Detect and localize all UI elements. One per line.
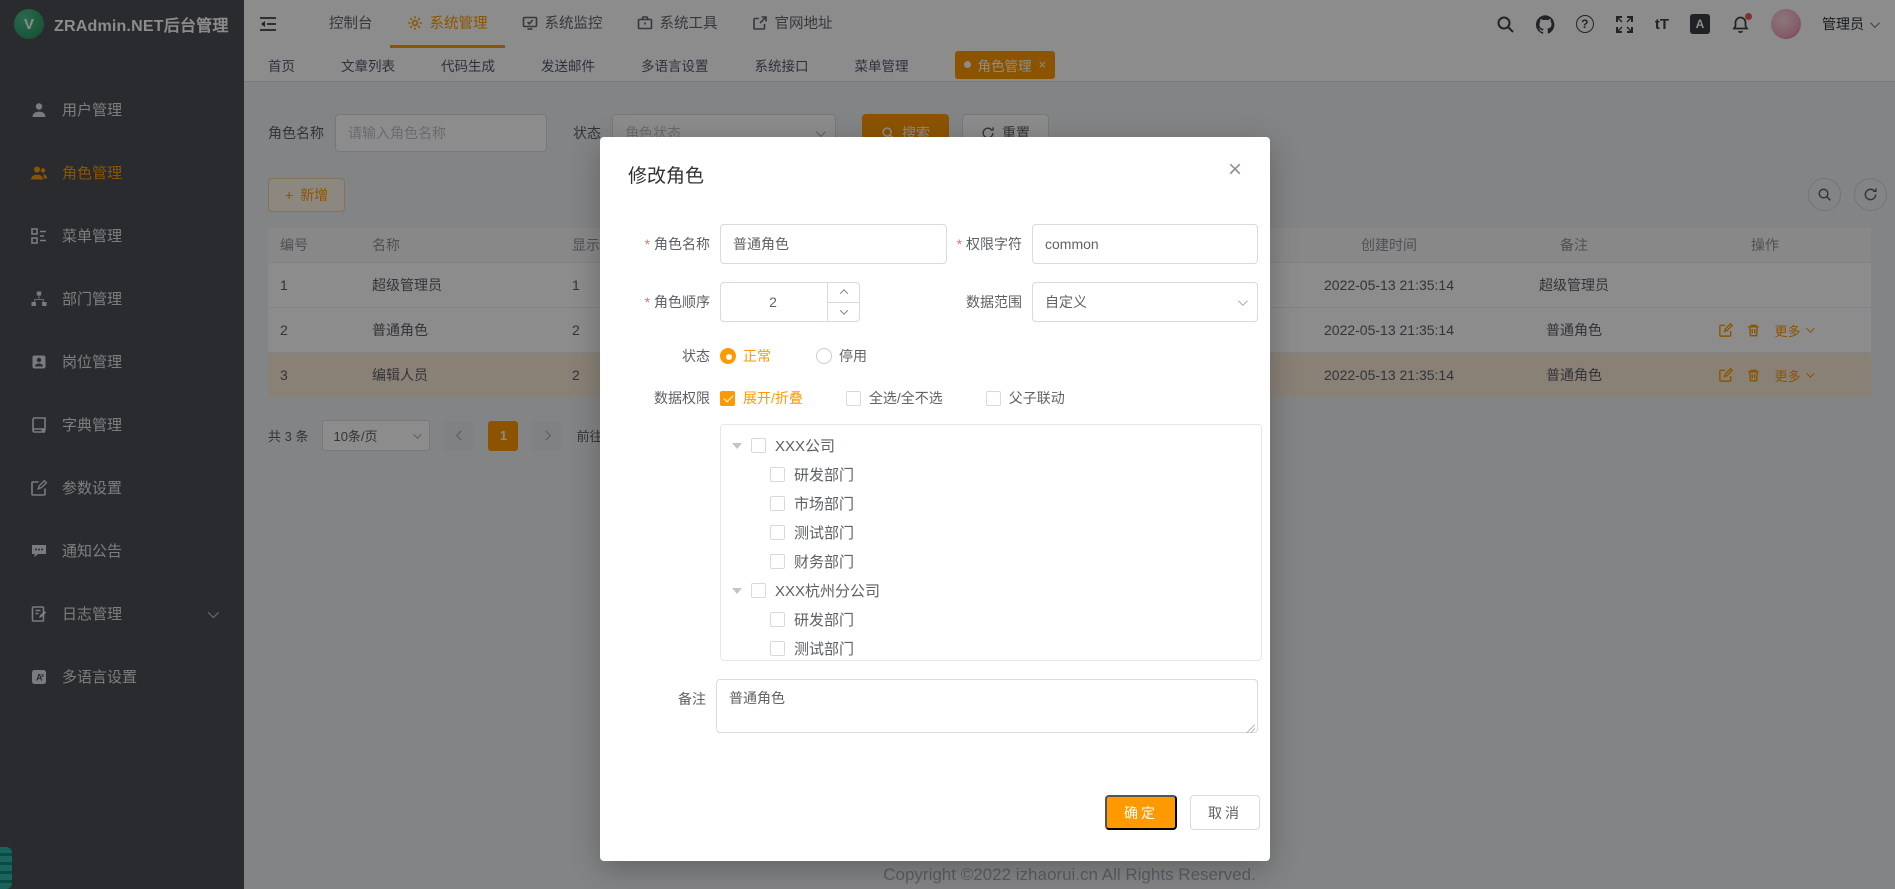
status-label: 状态 <box>620 346 710 366</box>
remark-wrap: 普通角色 <box>716 679 1258 736</box>
tree-node[interactable]: 测试部门 <box>721 634 1261 661</box>
dialog-header: 修改角色 × <box>600 137 1270 188</box>
status-normal-radio[interactable]: 正常 <box>720 346 771 366</box>
checkbox-icon[interactable] <box>770 641 785 656</box>
role-name-input[interactable] <box>720 224 947 264</box>
parent-child-link-checkbox[interactable]: 父子联动 <box>986 388 1065 408</box>
tree-node[interactable]: 研发部门 <box>721 605 1261 634</box>
checkbox-icon <box>986 391 1001 406</box>
decrease-button[interactable] <box>828 303 859 322</box>
data-scope-label: 数据范围 <box>947 292 1022 312</box>
checkbox-icon[interactable] <box>770 612 785 627</box>
checkbox-icon[interactable] <box>751 438 766 453</box>
data-scope-select[interactable]: 自定义 <box>1032 282 1258 322</box>
checkbox-icon[interactable] <box>770 525 785 540</box>
role-order-input[interactable] <box>721 294 825 310</box>
dialog-footer: 确定 取消 <box>600 795 1260 830</box>
confirm-button[interactable]: 确定 <box>1105 795 1177 830</box>
role-order-label: 角色顺序 <box>620 292 710 312</box>
role-name-label: 角色名称 <box>620 234 710 254</box>
form-row: 角色名称 权限字符 <box>620 224 1258 264</box>
remark-textarea[interactable]: 普通角色 <box>716 679 1258 733</box>
caret-down-icon[interactable] <box>732 443 742 449</box>
checkbox-icon[interactable] <box>751 583 766 598</box>
dept-tree: XXX公司 研发部门 市场部门 测试部门 财务部门 XXX杭州分公司 研发部门 <box>720 424 1262 661</box>
perm-char-input[interactable] <box>1032 224 1258 264</box>
perm-char-label: 权限字符 <box>947 234 1022 254</box>
tree-node[interactable]: 测试部门 <box>721 518 1261 547</box>
radio-icon <box>720 348 736 364</box>
checkbox-icon <box>720 391 735 406</box>
expand-collapse-checkbox[interactable]: 展开/折叠 <box>720 388 803 408</box>
tree-node[interactable]: 市场部门 <box>721 489 1261 518</box>
checkbox-icon[interactable] <box>770 554 785 569</box>
role-order-stepper <box>720 282 860 322</box>
tree-node[interactable]: 财务部门 <box>721 547 1261 576</box>
resize-grip-icon[interactable] <box>1246 724 1255 733</box>
checkbox-icon <box>846 391 861 406</box>
remark-label: 备注 <box>620 689 706 709</box>
tree-node[interactable]: XXX公司 <box>721 431 1261 460</box>
select-all-checkbox[interactable]: 全选/全不选 <box>846 388 943 408</box>
form-row: 数据权限 展开/折叠 全选/全不选 父子联动 <box>620 388 1258 408</box>
close-icon[interactable]: × <box>1228 161 1242 179</box>
dialog-title: 修改角色 <box>628 161 704 188</box>
form-row: 状态 正常 停用 <box>620 346 1258 366</box>
chevron-down-icon <box>1238 296 1248 306</box>
data-perm-label: 数据权限 <box>620 388 710 408</box>
increase-button[interactable] <box>828 283 859 303</box>
tree-node[interactable]: XXX杭州分公司 <box>721 576 1261 605</box>
caret-down-icon[interactable] <box>732 588 742 594</box>
form-row: 备注 普通角色 <box>620 679 1258 736</box>
status-disabled-radio[interactable]: 停用 <box>816 346 867 366</box>
edit-role-dialog: 修改角色 × 角色名称 权限字符 角色顺序 数据范围 自定义 状态 正常 <box>600 137 1270 861</box>
cancel-button[interactable]: 取消 <box>1190 795 1260 830</box>
checkbox-icon[interactable] <box>770 467 785 482</box>
chevron-up-icon <box>839 289 847 297</box>
checkbox-icon[interactable] <box>770 496 785 511</box>
tree-node[interactable]: 研发部门 <box>721 460 1261 489</box>
radio-icon <box>816 348 832 364</box>
form-row: 角色顺序 数据范围 自定义 <box>620 282 1258 322</box>
chevron-down-icon <box>839 306 847 314</box>
